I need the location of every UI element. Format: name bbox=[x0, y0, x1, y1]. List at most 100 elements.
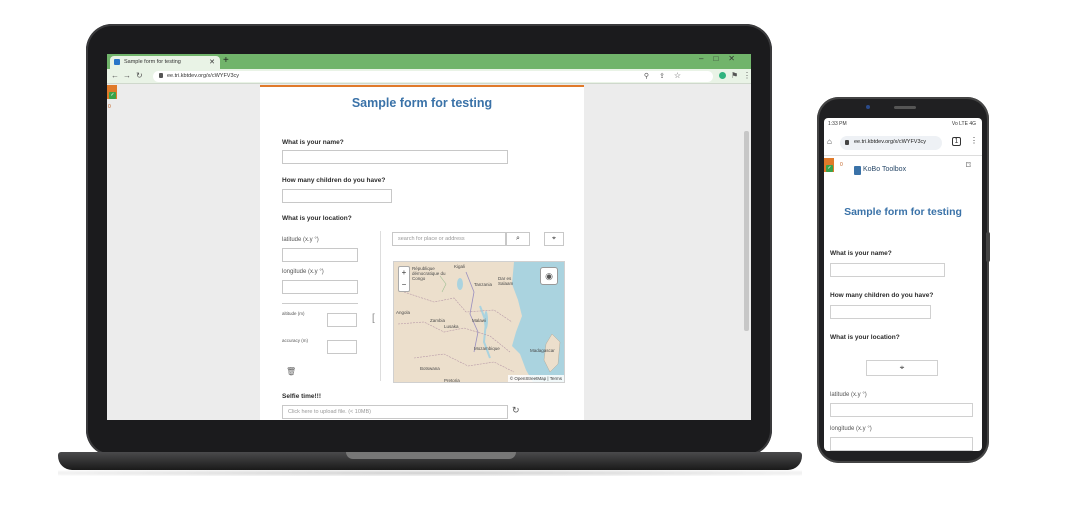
menu-dots-icon[interactable]: ⋮ bbox=[743, 71, 751, 80]
share-icon[interactable]: ⇪ bbox=[659, 72, 665, 80]
question-selfie-label: Selfie time!!! bbox=[282, 393, 322, 400]
kobo-logo-text: KoBo Toolbox bbox=[863, 166, 907, 173]
phone-latitude-input[interactable] bbox=[830, 403, 973, 417]
laptop-shadow bbox=[58, 470, 802, 476]
phone-form-title: Sample form for testing bbox=[844, 206, 962, 218]
map-label-pretoria: Pretoria bbox=[444, 378, 460, 383]
name-input[interactable] bbox=[282, 150, 508, 164]
longitude-label: longitude (x.y °) bbox=[282, 269, 324, 275]
extension-icon[interactable] bbox=[719, 72, 726, 79]
phone-status-bar: 1:33 PM Vo LTE 4G bbox=[824, 118, 982, 130]
address-bar[interactable]: ee.tri.kbtdev.org/x/cWYFV3cy ⚲ ⇪ ☆ bbox=[153, 71, 713, 82]
question-children-label: How many children do you have? bbox=[282, 177, 386, 184]
vertical-divider bbox=[380, 231, 381, 381]
zoom-in-icon[interactable]: + bbox=[399, 267, 409, 279]
map-label-malawi: Malawi bbox=[472, 318, 487, 323]
phone-children-input[interactable] bbox=[830, 305, 931, 319]
check-icon: ✓ bbox=[826, 165, 833, 172]
phone-address-bar[interactable]: ee.tri.kbtdev.org/x/cWYFV3cy bbox=[840, 136, 942, 150]
map-label-zambia: Zambia bbox=[430, 318, 446, 323]
map-label-dar: Dar es Salaam bbox=[498, 276, 514, 286]
altitude-label: altitude (m) bbox=[282, 311, 305, 316]
back-icon[interactable]: ← bbox=[111, 71, 119, 80]
phone-screen: 1:33 PM Vo LTE 4G ⌂ ee.tri.kbtdev.org/x/… bbox=[824, 118, 982, 451]
latitude-input[interactable] bbox=[282, 248, 358, 262]
map-label-madagascar: Madagascar bbox=[530, 348, 555, 353]
phone-side-button bbox=[986, 232, 990, 262]
tabs-count-icon[interactable]: 1 bbox=[952, 137, 961, 146]
map-attribution[interactable]: © OpenStreetMap | Terms bbox=[507, 375, 564, 382]
map-label-angola: Angola bbox=[396, 310, 411, 315]
children-input[interactable] bbox=[282, 189, 392, 203]
map-label-tanzania: Tanzania bbox=[474, 282, 493, 287]
kobo-logo-icon bbox=[854, 166, 861, 175]
phone-camera bbox=[866, 105, 870, 109]
browser-tab[interactable]: Sample form for testing ✕ bbox=[110, 56, 220, 69]
laptop-notch bbox=[346, 452, 516, 459]
phone-latitude-label: latitude (x.y °) bbox=[830, 392, 867, 398]
browser-tabbar: Sample form for testing ✕ + –□✕ bbox=[107, 54, 751, 69]
browser-toolbar: ← → ↻ ee.tri.kbtdev.org/x/cWYFV3cy ⚲ ⇪ ☆… bbox=[107, 69, 751, 84]
trash-icon[interactable]: 🗑 bbox=[286, 367, 296, 376]
bookmark-icon[interactable]: ⌑ bbox=[966, 160, 971, 171]
queue-count: 0 bbox=[108, 104, 111, 110]
phone-signal: Vo LTE 4G bbox=[951, 121, 976, 127]
phone-speaker bbox=[894, 106, 916, 109]
page-scrollbar[interactable] bbox=[744, 131, 749, 331]
accuracy-label: accuracy (m) bbox=[282, 338, 309, 343]
map-label-lusaka: Lusaka bbox=[444, 324, 459, 329]
check-icon: ✓ bbox=[109, 92, 116, 99]
kobo-favicon-icon bbox=[114, 59, 120, 65]
puzzle-icon[interactable]: ⚑ bbox=[731, 71, 738, 80]
phone-address-row: ⌂ ee.tri.kbtdev.org/x/cWYFV3cy 1 ⋮ bbox=[824, 132, 982, 156]
forward-icon[interactable]: → bbox=[123, 71, 131, 80]
globe-icon[interactable]: ◉ bbox=[540, 267, 558, 285]
zoom-out-icon[interactable]: − bbox=[399, 279, 409, 291]
question-name-label: What is your name? bbox=[282, 139, 344, 146]
search-icon[interactable]: ⌕ bbox=[506, 232, 530, 246]
phone-question-name: What is your name? bbox=[830, 250, 892, 257]
crosshair-icon[interactable]: ⌖ bbox=[544, 232, 564, 246]
close-tab-icon[interactable]: ✕ bbox=[209, 58, 215, 66]
phone-longitude-label: longitude (x.y °) bbox=[830, 426, 872, 432]
map-search-placeholder: search for place or address bbox=[398, 236, 465, 242]
laptop-screen: Sample form for testing ✕ + –□✕ ← → ↻ ee… bbox=[107, 54, 751, 420]
home-icon[interactable]: ⌂ bbox=[827, 137, 832, 146]
bracket-glyph: [ bbox=[372, 313, 375, 324]
queue-count: 0 bbox=[840, 162, 843, 168]
phone-time: 1:33 PM bbox=[828, 121, 847, 127]
longitude-input[interactable] bbox=[282, 280, 358, 294]
phone-question-location: What is your location? bbox=[830, 334, 900, 341]
refresh-icon[interactable]: ↻ bbox=[512, 405, 520, 416]
phone-name-input[interactable] bbox=[830, 263, 945, 277]
lock-icon bbox=[845, 140, 849, 145]
menu-dots-icon[interactable]: ⋮ bbox=[970, 136, 978, 145]
lock-icon bbox=[159, 73, 163, 78]
reload-icon[interactable]: ↻ bbox=[136, 71, 143, 80]
location-pin-icon[interactable]: ⚲ bbox=[644, 72, 649, 80]
address-url: ee.tri.kbtdev.org/x/cWYFV3cy bbox=[167, 73, 240, 79]
window-controls[interactable]: –□✕ bbox=[699, 54, 745, 63]
page-viewport: ✓ 0 Sample form for testing What is your… bbox=[107, 85, 751, 420]
question-location-label: What is your location? bbox=[282, 215, 352, 222]
phone-longitude-input[interactable] bbox=[830, 437, 973, 451]
phone-question-children: How many children do you have? bbox=[830, 292, 934, 299]
altitude-input[interactable] bbox=[327, 313, 357, 327]
upload-placeholder: Click here to upload file. (< 10MB) bbox=[288, 409, 371, 415]
map-label-congo: République démocratique du Congo bbox=[412, 266, 446, 281]
phone-url: ee.tri.kbtdev.org/x/cWYFV3cy bbox=[854, 139, 927, 145]
map-label-botswana: Botswana bbox=[420, 366, 440, 371]
map-label-mozambique: Mozambique bbox=[474, 346, 500, 351]
new-tab-icon[interactable]: + bbox=[223, 55, 229, 66]
accuracy-input[interactable] bbox=[327, 340, 357, 354]
map-search-input[interactable]: search for place or address bbox=[392, 232, 506, 246]
upload-input[interactable]: Click here to upload file. (< 10MB) bbox=[282, 405, 508, 419]
location-map[interactable]: + − ◉ République démocratique du Congo K… bbox=[393, 261, 565, 383]
form-title: Sample form for testing bbox=[351, 96, 493, 110]
bookmark-star-icon[interactable]: ☆ bbox=[674, 71, 681, 80]
crosshair-icon[interactable]: ⌖ bbox=[866, 360, 938, 376]
tab-title: Sample form for testing bbox=[124, 59, 181, 65]
divider bbox=[282, 303, 358, 304]
zoom-control[interactable]: + − bbox=[398, 266, 410, 292]
latitude-label: latitude (x.y °) bbox=[282, 237, 319, 243]
